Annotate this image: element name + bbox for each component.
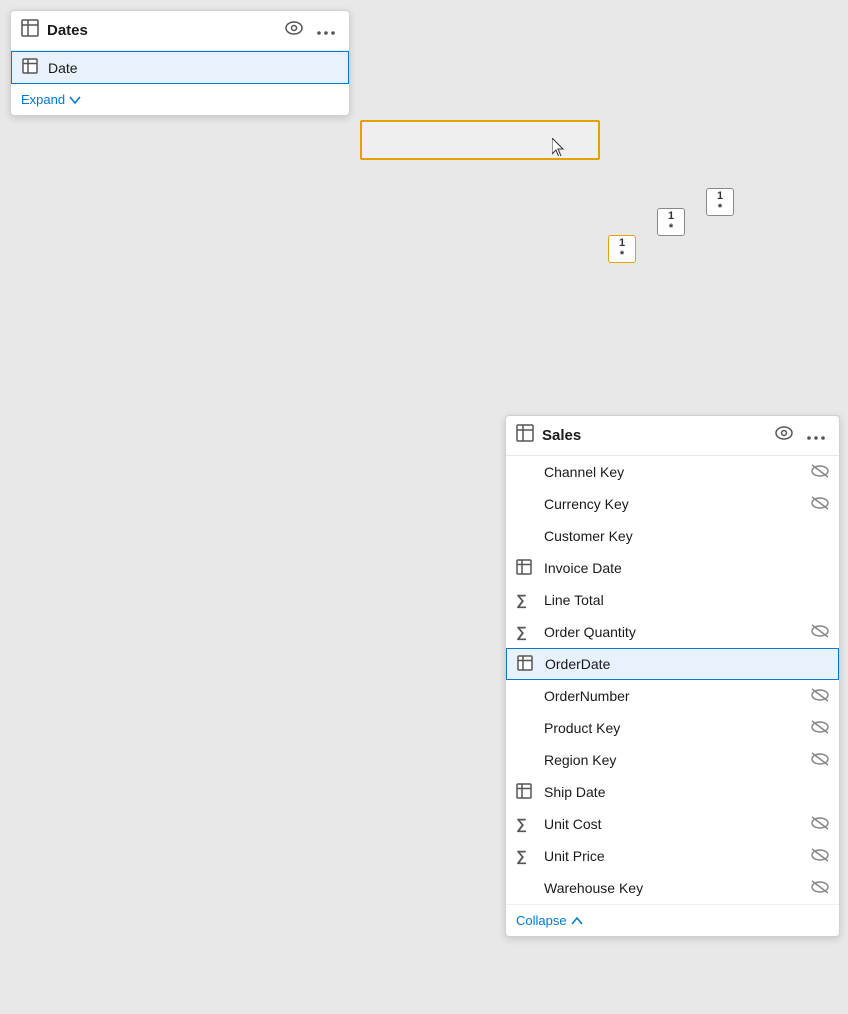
sales-row-order-number[interactable]: OrderNumber (506, 680, 839, 712)
sales-visibility-btn[interactable] (771, 424, 797, 447)
sales-card-header: Sales (506, 416, 839, 456)
unit-price-hidden-icon (811, 848, 829, 865)
collapse-label: Collapse (516, 913, 567, 928)
badge-3: 1 * (706, 188, 734, 216)
order-quantity-hidden-icon (811, 624, 829, 641)
sales-more-btn[interactable] (803, 425, 829, 447)
currency-key-hidden-icon (811, 496, 829, 513)
expand-label: Expand (21, 92, 65, 107)
dates-more-btn[interactable] (313, 20, 339, 42)
date-row-label: Date (48, 60, 338, 76)
sales-row-unit-cost[interactable]: ∑ Unit Cost (506, 808, 839, 840)
unit-price-label: Unit Price (544, 848, 803, 864)
dates-visibility-btn[interactable] (281, 19, 307, 42)
dates-card: Dates (10, 10, 350, 116)
invoice-date-icon (516, 559, 536, 578)
dates-card-actions (281, 19, 339, 42)
dates-card-header: Dates (11, 11, 349, 51)
date-row[interactable]: Date (11, 51, 349, 84)
sales-row-order-quantity[interactable]: ∑ Order Quantity (506, 616, 839, 648)
dates-table-icon (21, 19, 39, 42)
expand-btn[interactable]: Expand (11, 84, 349, 115)
unit-cost-hidden-icon (811, 816, 829, 833)
warehouse-key-hidden-icon (811, 880, 829, 897)
order-quantity-sigma-icon: ∑ (516, 624, 536, 641)
unit-cost-label: Unit Cost (544, 816, 803, 832)
dates-card-title: Dates (47, 22, 273, 39)
sales-card-actions (771, 424, 829, 447)
line-total-label: Line Total (544, 592, 829, 608)
sales-row-warehouse-key[interactable]: Warehouse Key (506, 872, 839, 904)
order-number-label: OrderNumber (544, 688, 803, 704)
warehouse-key-label: Warehouse Key (544, 880, 803, 896)
currency-key-label: Currency Key (544, 496, 803, 512)
collapse-chevron-icon (571, 913, 583, 928)
highlight-box (360, 120, 600, 160)
order-date-label: OrderDate (545, 656, 828, 672)
canvas: Dates (0, 0, 848, 1014)
sales-row-unit-price[interactable]: ∑ Unit Price (506, 840, 839, 872)
badge-1-top: 1 (619, 237, 625, 249)
line-total-sigma-icon: ∑ (516, 592, 536, 609)
customer-key-label: Customer Key (544, 528, 829, 544)
sales-row-line-total[interactable]: ∑ Line Total (506, 584, 839, 616)
expand-chevron-icon (69, 92, 81, 107)
badge-2-top: 1 (668, 210, 674, 222)
channel-key-label: Channel Key (544, 464, 803, 480)
unit-price-sigma-icon: ∑ (516, 848, 536, 865)
badge-3-bottom: * (718, 202, 722, 214)
order-date-icon (517, 655, 537, 674)
sales-row-order-date[interactable]: OrderDate (506, 648, 839, 680)
sales-card: Sales Channe (505, 415, 840, 937)
sales-row-ship-date[interactable]: Ship Date (506, 776, 839, 808)
sales-row-customer-key[interactable]: Customer Key (506, 520, 839, 552)
badge-2-bottom: * (669, 222, 673, 234)
sales-row-region-key[interactable]: Region Key (506, 744, 839, 776)
sales-table-icon (516, 424, 534, 447)
sales-row-channel-key[interactable]: Channel Key (506, 456, 839, 488)
sales-card-title: Sales (542, 427, 763, 444)
channel-key-hidden-icon (811, 464, 829, 481)
badge-1-bottom: * (620, 249, 624, 261)
region-key-label: Region Key (544, 752, 803, 768)
ship-date-icon (516, 783, 536, 802)
ship-date-label: Ship Date (544, 784, 829, 800)
collapse-btn[interactable]: Collapse (506, 904, 839, 936)
sales-row-currency-key[interactable]: Currency Key (506, 488, 839, 520)
unit-cost-sigma-icon: ∑ (516, 816, 536, 833)
sales-row-invoice-date[interactable]: Invoice Date (506, 552, 839, 584)
badge-2: 1 * (657, 208, 685, 236)
badge-3-top: 1 (717, 190, 723, 202)
date-table-icon (22, 58, 40, 77)
product-key-label: Product Key (544, 720, 803, 736)
order-number-hidden-icon (811, 688, 829, 705)
order-quantity-label: Order Quantity (544, 624, 803, 640)
product-key-hidden-icon (811, 720, 829, 737)
badge-1: 1 * (608, 235, 636, 263)
region-key-hidden-icon (811, 752, 829, 769)
sales-row-product-key[interactable]: Product Key (506, 712, 839, 744)
invoice-date-label: Invoice Date (544, 560, 829, 576)
